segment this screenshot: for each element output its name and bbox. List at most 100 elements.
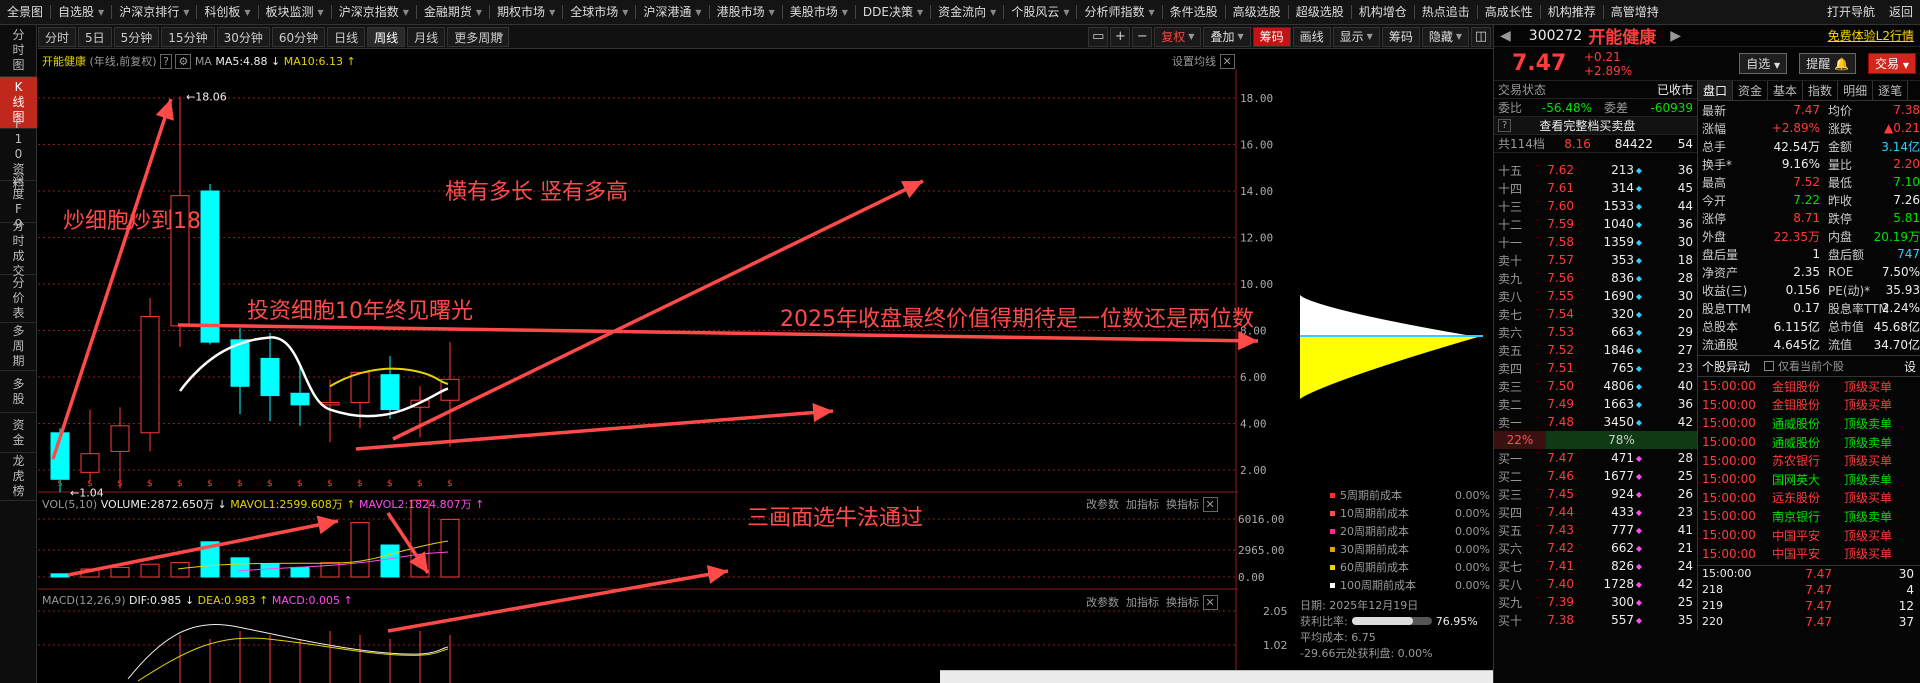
buy-level-row[interactable]: 买一 7.47 471 ◆ 28: [1494, 449, 1697, 467]
candle-body[interactable]: [140, 316, 160, 434]
alert-button[interactable]: 提醒 🔔: [1799, 53, 1856, 74]
buy-level-row[interactable]: 买十 7.38 557 ◆ 35: [1494, 611, 1697, 629]
left-bar-item[interactable]: 多周期: [0, 323, 37, 371]
nav-item[interactable]: 高级选股: [1226, 0, 1288, 24]
alert-row[interactable]: 15:00:00 中国平安 顶级买单: [1698, 526, 1920, 545]
quote-tab[interactable]: 指数: [1803, 81, 1839, 100]
nav-item[interactable]: 沪深京排行 ▼: [112, 0, 196, 24]
close-icon[interactable]: ✕: [1219, 54, 1235, 69]
diejia-dropdown[interactable]: 叠加 ▼: [1203, 26, 1251, 47]
alert-row[interactable]: 15:00:00 国网英大 顶级卖单: [1698, 470, 1920, 489]
prev-stock-icon[interactable]: ◀: [1500, 28, 1511, 44]
sell-level-row[interactable]: 十二 7.59 1040 ◆ 36: [1494, 215, 1697, 233]
change-params-button[interactable]: 改参数: [1086, 596, 1119, 609]
nav-item[interactable]: 科创板 ▼: [197, 0, 257, 24]
left-bar-item[interactable]: 分时图: [0, 25, 37, 77]
yincang-dropdown[interactable]: 隐藏 ▼: [1421, 26, 1469, 47]
trade-dropdown[interactable]: 交易 ▼: [1868, 53, 1916, 74]
alerts-settings-button[interactable]: 设: [1904, 358, 1916, 375]
nav-item[interactable]: 全景图: [0, 0, 50, 24]
nav-item[interactable]: 超级选股: [1289, 0, 1351, 24]
alert-row[interactable]: 15:00:00 远东股份 顶级买单: [1698, 489, 1920, 508]
left-bar-item[interactable]: 分价表: [0, 275, 37, 323]
chouma-button[interactable]: 筹码: [1252, 26, 1291, 47]
nav-item[interactable]: 全球市场 ▼: [563, 0, 635, 24]
nav-item[interactable]: 机构增仓: [1352, 0, 1414, 24]
nav-item[interactable]: 分析师指数 ▼: [1077, 0, 1161, 24]
full-book-button[interactable]: ? 查看完整档买卖盘: [1494, 117, 1697, 135]
left-bar-item[interactable]: 深度F9: [0, 172, 37, 231]
alert-row[interactable]: 15:00:00 苏农银行 顶级买单: [1698, 451, 1920, 470]
candle-body[interactable]: [380, 374, 400, 411]
add-indicator-button[interactable]: 加指标: [1126, 596, 1159, 609]
buy-level-row[interactable]: 买四 7.44 433 ◆ 23: [1494, 503, 1697, 521]
left-bar-item[interactable]: 分时成交: [0, 219, 37, 278]
nav-item[interactable]: 金融期货 ▼: [417, 0, 489, 24]
buy-level-row[interactable]: 买五 7.43 777 ◆ 41: [1494, 521, 1697, 539]
nav-item[interactable]: 板块监测 ▼: [259, 0, 331, 24]
sell-level-row[interactable]: 卖八 7.55 1690 ◆ 30: [1494, 287, 1697, 305]
nav-item[interactable]: 港股市场 ▼: [710, 0, 782, 24]
huaxian-button[interactable]: 画线: [1292, 26, 1331, 47]
next-stock-icon[interactable]: ▶: [1670, 28, 1681, 44]
sell-level-row[interactable]: 卖二 7.49 1663 ◆ 36: [1494, 395, 1697, 413]
nav-item[interactable]: 资金流向 ▼: [931, 0, 1003, 24]
crosshair-icon[interactable]: ▭: [1088, 26, 1109, 47]
swap-indicator-button[interactable]: 换指标: [1166, 596, 1199, 609]
sell-level-row[interactable]: 卖五 7.52 1846 ◆ 27: [1494, 341, 1697, 359]
expand-icon[interactable]: ◫: [1471, 26, 1491, 47]
fuquan-dropdown[interactable]: 复权 ▼: [1154, 26, 1202, 47]
sell-level-row[interactable]: 十一 7.58 1359 ◆ 30: [1494, 233, 1697, 251]
candle-body[interactable]: [110, 425, 130, 452]
buy-level-row[interactable]: 买七 7.41 826 ◆ 24: [1494, 557, 1697, 575]
sell-level-row[interactable]: 卖三 7.50 4806 ◆ 40: [1494, 377, 1697, 395]
quote-tab[interactable]: 基本: [1768, 81, 1804, 100]
nav-item[interactable]: 高管增持: [1604, 0, 1666, 24]
left-bar-item[interactable]: 资金: [0, 413, 37, 453]
candle-body[interactable]: [80, 453, 100, 473]
sell-level-row[interactable]: 卖六 7.53 663 ◆ 29: [1494, 323, 1697, 341]
period-tab[interactable]: 60分钟: [271, 26, 326, 47]
help-icon[interactable]: ?: [160, 54, 172, 69]
alert-row[interactable]: 15:00:00 通威股份 顶级卖单: [1698, 433, 1920, 452]
zoom-out-icon[interactable]: −: [1132, 26, 1153, 47]
nav-item[interactable]: 美股市场 ▼: [783, 0, 855, 24]
candle-body[interactable]: [350, 371, 370, 404]
buy-level-row[interactable]: 买二 7.46 1677 ◆ 25: [1494, 467, 1697, 485]
left-bar-item[interactable]: 龙虎榜: [0, 453, 37, 501]
left-bar-item[interactable]: 多股: [0, 371, 37, 413]
period-tab[interactable]: 分时: [38, 26, 77, 47]
swap-indicator-button[interactable]: 换指标: [1166, 498, 1199, 511]
nav-item[interactable]: DDE决策 ▼: [856, 0, 930, 24]
nav-item[interactable]: 条件选股: [1163, 0, 1225, 24]
alert-row[interactable]: 15:00:00 金钼股份 顶级买单: [1698, 396, 1920, 415]
nav-item[interactable]: 沪深京指数 ▼: [332, 0, 416, 24]
buy-level-row[interactable]: 买九 7.39 300 ◆ 25: [1494, 593, 1697, 611]
only-current-checkbox[interactable]: [1764, 361, 1775, 371]
nav-item[interactable]: 个股风云 ▼: [1004, 0, 1076, 24]
quote-tab[interactable]: 逐笔: [1873, 81, 1909, 100]
buy-level-row[interactable]: 买三 7.45 924 ◆ 26: [1494, 485, 1697, 503]
quote-tab[interactable]: 明细: [1838, 81, 1874, 100]
settings-small-icon[interactable]: ⚙: [175, 54, 192, 69]
alert-row[interactable]: 15:00:00 通威股份 顶级卖单: [1698, 414, 1920, 433]
period-tab[interactable]: 15分钟: [161, 26, 215, 47]
period-tab[interactable]: 30分钟: [216, 26, 270, 47]
close-icon[interactable]: ✕: [1202, 497, 1218, 512]
nav-item[interactable]: 热点追击: [1415, 0, 1477, 24]
period-tab[interactable]: 日线: [327, 26, 366, 47]
buy-level-row[interactable]: 买六 7.42 662 ◆ 21: [1494, 539, 1697, 557]
zoom-in-icon[interactable]: +: [1110, 26, 1131, 47]
sell-level-row[interactable]: 卖十 7.57 353 ◆ 18: [1494, 251, 1697, 269]
sell-level-row[interactable]: 卖七 7.54 320 ◆ 20: [1494, 305, 1697, 323]
sell-level-row[interactable]: 十三 7.60 1533 ◆ 44: [1494, 197, 1697, 215]
change-params-button[interactable]: 改参数: [1086, 498, 1119, 511]
l2-trial-link[interactable]: 免费体验L2行情: [1828, 27, 1914, 44]
xianshi-dropdown[interactable]: 显示 ▼: [1332, 26, 1380, 47]
sell-level-row[interactable]: 十四 7.61 314 ◆ 45: [1494, 179, 1697, 197]
sell-level-row[interactable]: 十五 7.62 213 ◆ 36: [1494, 161, 1697, 179]
nav-item[interactable]: 打开导航: [1820, 0, 1882, 24]
quote-tab[interactable]: 资金: [1733, 81, 1769, 100]
nav-item[interactable]: 返回: [1882, 0, 1920, 24]
quote-tab[interactable]: 盘口: [1698, 81, 1734, 100]
